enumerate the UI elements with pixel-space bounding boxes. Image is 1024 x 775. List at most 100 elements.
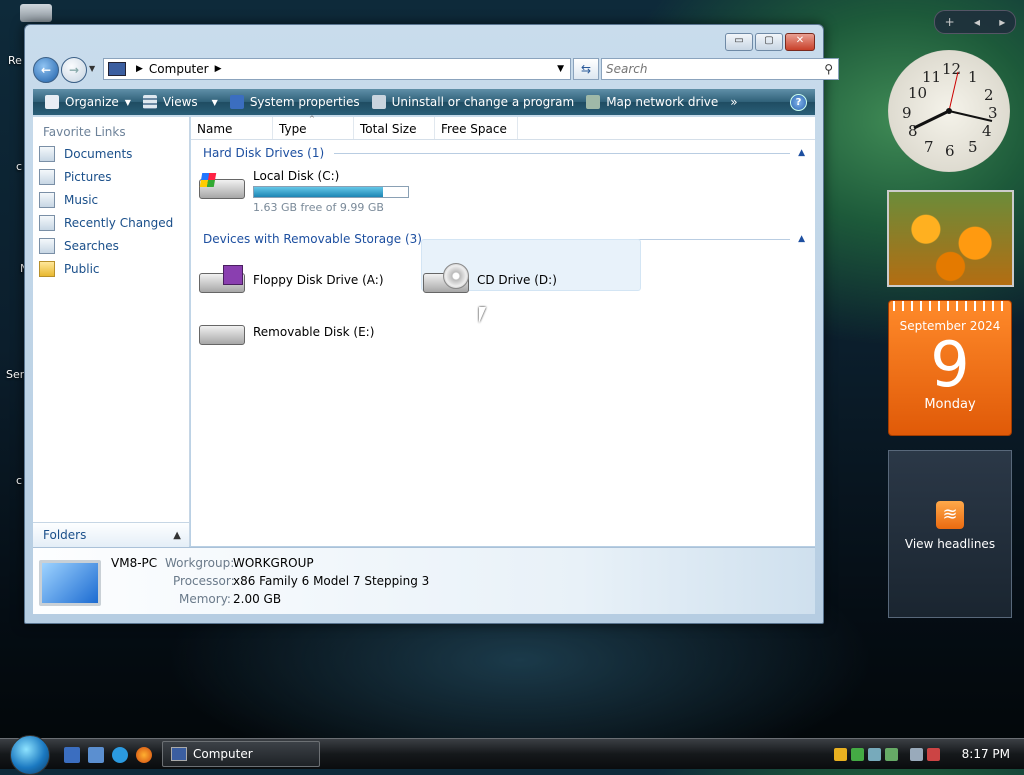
feed-headlines-gadget[interactable]: ≋ View headlines: [888, 450, 1012, 618]
search-icon[interactable]: ⚲: [824, 62, 833, 76]
sidebar-item-pictures[interactable]: Pictures: [39, 169, 189, 185]
column-headers: Name ^ Type Total Size Free Space: [191, 115, 815, 140]
collapse-icon: ▲: [798, 234, 805, 244]
group-label: Hard Disk Drives (1): [203, 146, 325, 160]
address-bar[interactable]: ▶ Computer ▶ ▼: [103, 58, 571, 80]
refresh-button[interactable]: ⇆: [573, 58, 599, 80]
minimize-button[interactable]: ▭: [725, 33, 753, 51]
organize-label: Organize: [65, 95, 119, 109]
drive-floppy-a[interactable]: Floppy Disk Drive (A:): [199, 263, 384, 295]
drive-usage-bar: [253, 186, 409, 198]
uninstall-program-button[interactable]: Uninstall or change a program: [371, 95, 574, 109]
cd-drive-icon: [423, 263, 469, 295]
clock-gadget[interactable]: 12 1 2 3 4 5 6 7 8 9 10 11: [888, 50, 1010, 172]
sidebar-item-label: Recently Changed: [64, 216, 174, 230]
sidebar-item-searches[interactable]: Searches: [39, 238, 189, 254]
chevron-down-icon: ▼: [211, 97, 218, 107]
system-properties-icon: [229, 95, 244, 109]
details-pane: VM8-PC Workgroup: WORKGROUP Processor: x…: [33, 547, 815, 614]
breadcrumb-computer[interactable]: Computer: [149, 62, 209, 76]
switch-windows-icon[interactable]: [88, 747, 104, 763]
back-arrow-icon: ←: [40, 63, 52, 77]
folders-pane-toggle[interactable]: Folders ▲: [33, 522, 189, 547]
column-header-total-size[interactable]: Total Size: [354, 117, 435, 139]
sidebar-item-label: Music: [64, 193, 99, 207]
taskbar: Computer 8:17 PM: [0, 735, 1024, 775]
internet-explorer-icon[interactable]: [112, 747, 128, 763]
column-header-label: Type: [279, 122, 307, 136]
calendar-gadget[interactable]: September 2024 9 Monday: [888, 300, 1012, 436]
taskbar-button-computer[interactable]: Computer: [162, 741, 320, 767]
address-dropdown-icon[interactable]: ▼: [557, 64, 564, 74]
sidebar-item-public[interactable]: Public: [39, 261, 189, 277]
network-connection-icon[interactable]: [910, 747, 923, 761]
system-properties-label: System properties: [249, 95, 360, 109]
slideshow-gadget[interactable]: [887, 190, 1014, 287]
computer-icon: [108, 62, 126, 76]
column-header-free-space[interactable]: Free Space: [435, 117, 518, 139]
system-properties-button[interactable]: System properties: [229, 95, 360, 109]
previous-icon[interactable]: ◂: [974, 15, 980, 29]
mouse-cursor-icon: [479, 307, 486, 323]
search-input[interactable]: [602, 61, 808, 77]
maximize-button[interactable]: ▢: [755, 33, 783, 51]
file-list: Name ^ Type Total Size Free Space Hard D…: [191, 115, 815, 546]
forward-button[interactable]: →: [61, 57, 87, 83]
command-toolbar: Organize ▼ Views ▼ System properties Uni…: [33, 89, 815, 115]
caption-buttons: ▭ ▢ ✕: [725, 33, 815, 51]
views-button[interactable]: Views ▼: [142, 95, 218, 109]
column-header-type[interactable]: ^ Type: [273, 115, 354, 139]
more-commands-button[interactable]: »: [730, 95, 737, 109]
add-gadget-icon[interactable]: +: [945, 15, 955, 29]
column-header-name[interactable]: Name: [191, 117, 273, 139]
start-button[interactable]: [10, 735, 50, 775]
drive-local-disk-c[interactable]: Local Disk (C:) 1.63 GB free of 9.99 GB: [199, 169, 409, 214]
firefox-icon[interactable]: [136, 747, 152, 763]
sidebar-item-recently-changed[interactable]: Recently Changed: [39, 215, 189, 231]
memory-value: 2.00 GB: [233, 592, 282, 606]
security-shield-icon[interactable]: [834, 747, 847, 761]
calendar-rings: [893, 301, 1007, 311]
notification-area: 8:17 PM: [834, 739, 1024, 769]
recycle-bin-icon: [20, 4, 52, 22]
group-label: Devices with Removable Storage (3): [203, 232, 422, 246]
more-commands-icon: »: [730, 95, 738, 109]
sidebar-item-label: Documents: [64, 147, 133, 161]
processor-value: x86 Family 6 Model 7 Stepping 3: [233, 574, 430, 588]
network-icon[interactable]: [868, 747, 881, 761]
close-button[interactable]: ✕: [785, 33, 815, 51]
sidebar-item-label: Public: [64, 262, 100, 276]
back-button[interactable]: ←: [33, 57, 59, 83]
sidebar-item-label: Pictures: [64, 170, 112, 184]
search-box[interactable]: ⚲: [601, 58, 839, 80]
volume-muted-icon[interactable]: [927, 747, 940, 761]
help-button[interactable]: ?: [790, 93, 807, 111]
taskbar-button-label: Computer: [193, 747, 253, 761]
workgroup-label: Workgroup:: [165, 556, 235, 570]
update-icon[interactable]: [851, 747, 864, 761]
organize-button[interactable]: Organize ▼: [45, 95, 131, 109]
group-header-hard-disk[interactable]: Hard Disk Drives (1) ▲: [203, 146, 805, 160]
help-icon: ?: [795, 96, 802, 108]
navigation-bar: ← → ▼ ▶ Computer ▶ ▼ ⇆ ⚲: [33, 55, 839, 83]
view-headlines-label[interactable]: View headlines: [889, 537, 1011, 551]
next-icon[interactable]: ▸: [999, 15, 1005, 29]
show-desktop-icon[interactable]: [64, 747, 80, 763]
sidebar-item-music[interactable]: Music: [39, 192, 189, 208]
drive-name: Local Disk (C:): [253, 169, 340, 183]
sidebar-item-documents[interactable]: Documents: [39, 146, 189, 162]
breadcrumb-expand-icon[interactable]: ▶: [215, 64, 222, 74]
drive-cd-d[interactable]: CD Drive (D:): [423, 263, 557, 295]
tray-app-icon[interactable]: [885, 747, 898, 761]
pictures-icon: [39, 169, 55, 185]
clock-time[interactable]: 8:17 PM: [962, 747, 1010, 761]
floppy-drive-icon: [199, 263, 245, 295]
drive-removable-e[interactable]: Removable Disk (E:): [199, 315, 374, 347]
breadcrumb-separator-icon[interactable]: ▶: [136, 64, 143, 74]
music-icon: [39, 192, 55, 208]
history-dropdown-icon[interactable]: ▼: [89, 64, 95, 73]
calendar-day: 9: [930, 328, 970, 401]
hard-drive-icon: [199, 169, 245, 201]
calendar-weekday: Monday: [924, 397, 976, 412]
map-network-drive-button[interactable]: Map network drive: [586, 95, 718, 109]
